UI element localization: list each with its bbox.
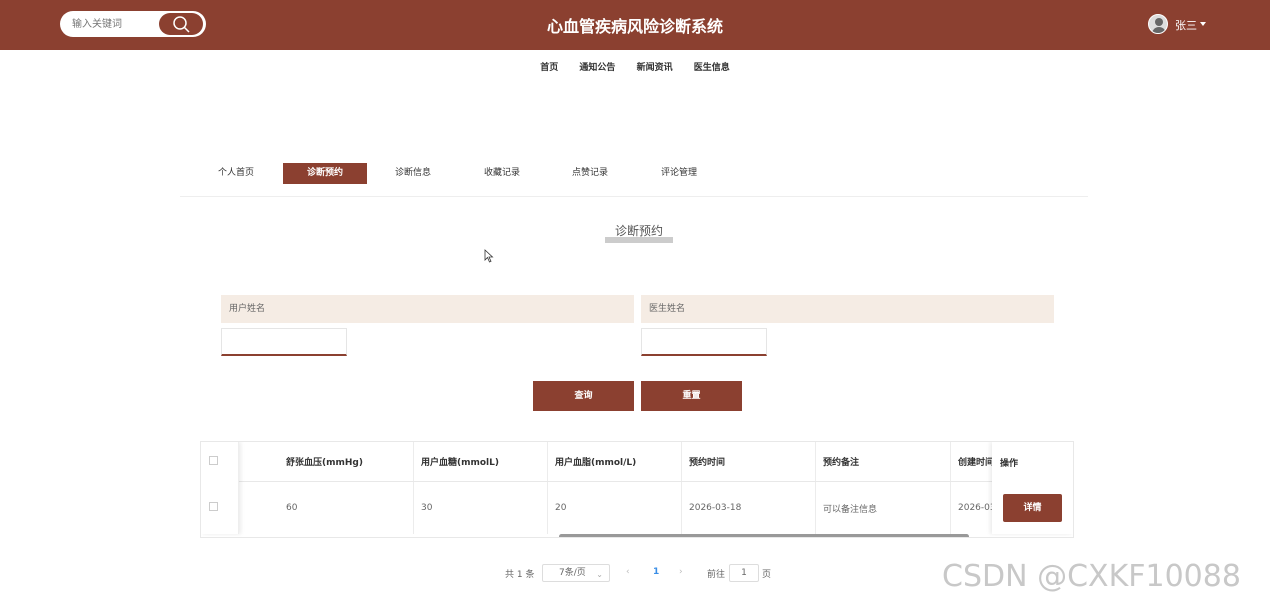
select-all-checkbox[interactable] — [209, 456, 218, 465]
reset-button[interactable]: 重置 — [641, 381, 742, 411]
next-page-button[interactable]: › — [679, 567, 683, 577]
tab-comments[interactable]: 评论管理 — [654, 163, 704, 184]
fixed-select-column — [201, 442, 239, 534]
tab-diagnosis[interactable]: 诊断信息 — [388, 163, 438, 184]
page-size-select[interactable]: 7条/页 ⌄ — [542, 564, 610, 582]
query-button[interactable]: 查询 — [533, 381, 634, 411]
avatar — [1148, 14, 1168, 34]
doctor-name-input[interactable] — [641, 328, 767, 356]
cell-blood-lipid: 20 — [548, 482, 682, 534]
nav-item-doctors[interactable]: 医生信息 — [694, 60, 730, 73]
top-bar: 心血管疾病风险诊断系统 张三 — [0, 0, 1270, 50]
nav-item-notices[interactable]: 通知公告 — [579, 60, 615, 73]
fixed-action-column: 操作 详情 — [992, 442, 1073, 534]
cell-blood-sugar: 30 — [414, 482, 548, 534]
table-header-row: 舒张血压(mmHg) 用户血糖(mmolL) 用户血脂(mmol/L) 预约时间… — [201, 442, 1073, 482]
cell-appointment-time: 2026-03-18 — [682, 482, 816, 534]
nav-item-home[interactable]: 首页 — [540, 60, 558, 73]
tab-profile[interactable]: 个人首页 — [208, 163, 264, 184]
horizontal-scrollbar[interactable] — [559, 534, 969, 537]
user-name: 张三 — [1175, 19, 1197, 32]
prev-page-button[interactable]: ‹ — [626, 567, 630, 577]
col-appointment-time: 预约时间 — [682, 442, 816, 481]
chevron-down-icon — [1200, 22, 1206, 26]
col-blood-sugar: 用户血糖(mmolL) — [414, 442, 548, 481]
page-number-current[interactable]: 1 — [653, 567, 659, 577]
doctor-name-label: 医生姓名 — [641, 295, 1054, 323]
cell-diastolic: 60 — [279, 482, 414, 534]
goto-page-input[interactable]: 1 — [729, 564, 759, 582]
mouse-cursor-icon — [484, 249, 494, 263]
col-action: 操作 — [1000, 459, 1019, 469]
tab-likes[interactable]: 点赞记录 — [565, 163, 615, 184]
center-tabs: 个人首页 诊断预约 诊断信息 收藏记录 点赞记录 评论管理 — [180, 163, 1088, 197]
goto-suffix: 页 — [762, 570, 772, 580]
detail-button[interactable]: 详情 — [1003, 494, 1062, 522]
main-nav: 首页 通知公告 新闻资讯 医生信息 — [0, 60, 1270, 73]
page-title: 诊断预约 — [605, 224, 673, 243]
tab-favorites[interactable]: 收藏记录 — [477, 163, 527, 184]
chevron-down-icon: ⌄ — [596, 570, 603, 579]
page-size-value: 7条/页 — [559, 568, 586, 578]
table-row: 60 30 20 2026-03-18 可以备注信息 2026-03- — [201, 482, 1073, 534]
watermark: CSDN @CXKF10088 — [942, 559, 1241, 594]
tab-appointment[interactable]: 诊断预约 — [283, 163, 367, 184]
nav-item-news[interactable]: 新闻资讯 — [637, 60, 673, 73]
app-title: 心血管疾病风险诊断系统 — [546, 17, 723, 36]
col-blood-lipid: 用户血脂(mmol/L) — [548, 442, 682, 481]
col-note: 预约备注 — [816, 442, 951, 481]
goto-label: 前往 — [707, 570, 726, 580]
user-name-input[interactable] — [221, 328, 347, 356]
total-count: 共 1 条 — [505, 570, 535, 580]
user-name-label: 用户姓名 — [221, 295, 634, 323]
appointment-table: 舒张血压(mmHg) 用户血糖(mmolL) 用户血脂(mmol/L) 预约时间… — [200, 441, 1074, 538]
cell-note: 可以备注信息 — [816, 482, 951, 534]
col-diastolic: 舒张血压(mmHg) — [279, 442, 414, 481]
row-checkbox[interactable] — [209, 502, 218, 511]
